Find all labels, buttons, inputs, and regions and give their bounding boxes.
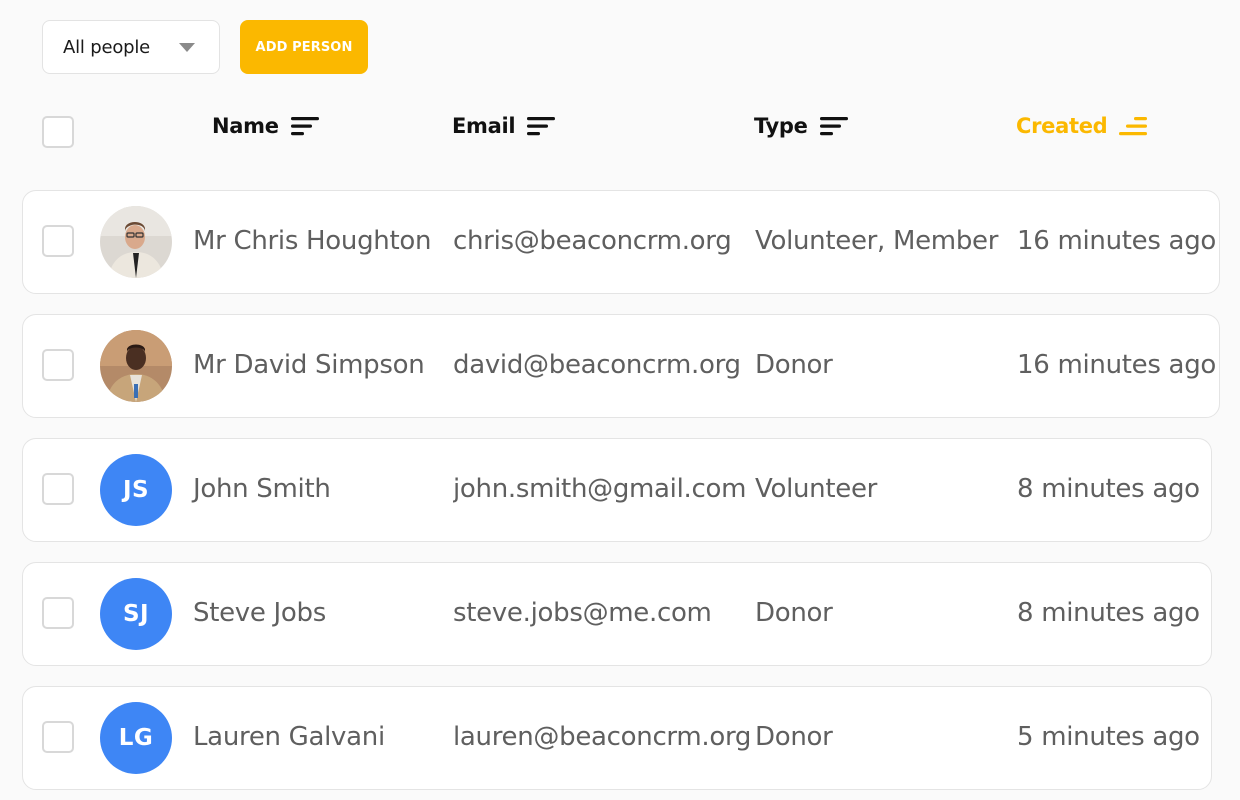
table-row[interactable]: SJ Steve Jobs steve.jobs@me.com Donor 8 … xyxy=(22,562,1212,666)
person-email: john.smith@gmail.com xyxy=(453,474,747,504)
add-person-button[interactable]: ADD PERSON xyxy=(240,20,368,74)
column-header-email[interactable]: Email xyxy=(452,114,556,138)
person-type: Volunteer, Member xyxy=(755,226,999,256)
column-header-created-label: Created xyxy=(1016,114,1108,138)
avatar: JS xyxy=(100,454,172,526)
person-created: 16 minutes ago xyxy=(1017,226,1217,256)
person-created: 16 minutes ago xyxy=(1017,350,1217,380)
row-checkbox[interactable] xyxy=(42,473,74,505)
column-header-name[interactable]: Name xyxy=(212,114,319,138)
row-checkbox[interactable] xyxy=(42,349,74,381)
sort-icon xyxy=(527,117,556,136)
person-name: John Smith xyxy=(193,474,331,504)
column-header-name-label: Name xyxy=(212,114,279,138)
person-email: chris@beaconcrm.org xyxy=(453,226,732,256)
person-photo-icon xyxy=(100,206,172,278)
sort-icon xyxy=(290,117,319,136)
avatar: LG xyxy=(100,702,172,774)
table-row[interactable]: JS John Smith john.smith@gmail.com Volun… xyxy=(22,438,1212,542)
row-checkbox[interactable] xyxy=(42,721,74,753)
person-created: 5 minutes ago xyxy=(1017,722,1200,752)
person-email: steve.jobs@me.com xyxy=(453,598,712,628)
person-created: 8 minutes ago xyxy=(1017,598,1200,628)
person-name: Steve Jobs xyxy=(193,598,326,628)
person-type: Donor xyxy=(755,598,833,628)
person-email: lauren@beaconcrm.org xyxy=(453,722,752,752)
people-filter-dropdown[interactable]: All people xyxy=(42,20,220,74)
avatar xyxy=(100,206,172,278)
person-name: Mr David Simpson xyxy=(193,350,425,380)
avatar xyxy=(100,330,172,402)
column-header-email-label: Email xyxy=(452,114,516,138)
caret-down-icon xyxy=(179,42,195,52)
column-header-type-label: Type xyxy=(754,114,808,138)
person-email: david@beaconcrm.org xyxy=(453,350,741,380)
person-type: Donor xyxy=(755,350,833,380)
person-name: Mr Chris Houghton xyxy=(193,226,432,256)
person-type: Donor xyxy=(755,722,833,752)
table-row[interactable]: LG Lauren Galvani lauren@beaconcrm.org D… xyxy=(22,686,1212,790)
select-all-checkbox[interactable] xyxy=(42,116,74,148)
person-photo-icon xyxy=(100,330,172,402)
sort-icon xyxy=(819,117,848,136)
table-row[interactable]: Mr David Simpson david@beaconcrm.org Don… xyxy=(22,314,1220,418)
people-filter-label: All people xyxy=(63,36,151,58)
sort-ascending-icon xyxy=(1119,117,1148,136)
toolbar: All people ADD PERSON xyxy=(42,20,368,74)
person-name: Lauren Galvani xyxy=(193,722,385,752)
person-type: Volunteer xyxy=(755,474,878,504)
column-header-type[interactable]: Type xyxy=(754,114,848,138)
table-row[interactable]: Mr Chris Houghton chris@beaconcrm.org Vo… xyxy=(22,190,1220,294)
table-header: Name Email Type Created xyxy=(0,104,1240,160)
person-created: 8 minutes ago xyxy=(1017,474,1200,504)
row-checkbox[interactable] xyxy=(42,225,74,257)
avatar: SJ xyxy=(100,578,172,650)
column-header-created[interactable]: Created xyxy=(1016,114,1148,138)
row-checkbox[interactable] xyxy=(42,597,74,629)
